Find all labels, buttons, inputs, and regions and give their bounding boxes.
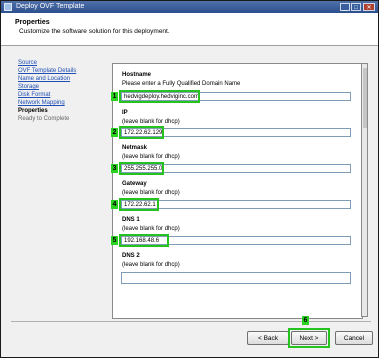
netmask-label: Netmask	[122, 145, 148, 151]
page-title: Properties	[15, 19, 50, 26]
footer-divider	[11, 321, 371, 322]
marker-5: 5	[111, 236, 118, 245]
step-ovf-template-details[interactable]: OVF Template Details	[18, 67, 108, 75]
deploy-ovf-window: Deploy OVF Template _ □ ✕ Properties Cus…	[0, 0, 379, 358]
step-properties: Properties	[18, 108, 48, 114]
ip-label: IP	[122, 110, 128, 116]
dns2-label: DNS 2	[122, 253, 140, 259]
gateway-highlight	[119, 198, 159, 211]
ip-help: (leave blank for dhcp)	[122, 119, 180, 125]
scrollbar-thumb[interactable]	[363, 68, 367, 128]
gateway-label: Gateway	[122, 181, 147, 187]
dns1-help: (leave blank for dhcp)	[122, 226, 180, 232]
dns2-help: (leave blank for dhcp)	[122, 262, 180, 268]
maximize-button[interactable]: □	[351, 3, 361, 11]
window-title: Deploy OVF Template	[16, 3, 85, 10]
step-ready-to-complete: Ready to Complete	[18, 116, 70, 122]
page-subtitle: Customize the software solution for this…	[19, 28, 170, 35]
netmask-help: (leave blank for dhcp)	[122, 154, 180, 160]
panel-scrollbar[interactable]	[361, 63, 368, 317]
step-source[interactable]: Source	[18, 59, 108, 67]
marker-2: 2	[111, 128, 118, 137]
app-icon	[4, 3, 12, 11]
marker-1: 1	[111, 92, 118, 101]
dns2-field[interactable]	[121, 272, 351, 284]
cancel-button[interactable]: Cancel	[335, 331, 373, 345]
marker-6: 6	[302, 316, 309, 325]
wizard-steps: Source OVF Template Details Name and Loc…	[18, 59, 108, 123]
title-bar[interactable]: Deploy OVF Template _ □ ✕	[1, 1, 378, 13]
wizard-header: Properties Customize the software soluti…	[1, 13, 378, 46]
hostname-label: Hostname	[122, 72, 152, 78]
dns1-label: DNS 1	[122, 217, 140, 223]
marker-3: 3	[111, 164, 118, 173]
hostname-highlight	[119, 90, 200, 103]
close-button[interactable]: ✕	[363, 3, 375, 11]
next-button[interactable]: Next >	[291, 331, 327, 345]
gateway-help: (leave blank for dhcp)	[122, 190, 180, 196]
ip-highlight	[119, 126, 164, 139]
step-network-mapping[interactable]: Network Mapping	[18, 99, 108, 107]
back-button[interactable]: < Back	[247, 331, 289, 345]
hostname-help: Please enter a Fully Qualified Domain Na…	[122, 81, 241, 87]
marker-4: 4	[111, 200, 118, 209]
dns1-highlight	[119, 234, 169, 247]
netmask-highlight	[119, 162, 164, 175]
step-name-and-location[interactable]: Name and Location	[18, 75, 108, 83]
step-disk-format[interactable]: Disk Format	[18, 91, 108, 99]
step-storage[interactable]: Storage	[18, 83, 108, 91]
minimize-button[interactable]: _	[340, 3, 350, 11]
